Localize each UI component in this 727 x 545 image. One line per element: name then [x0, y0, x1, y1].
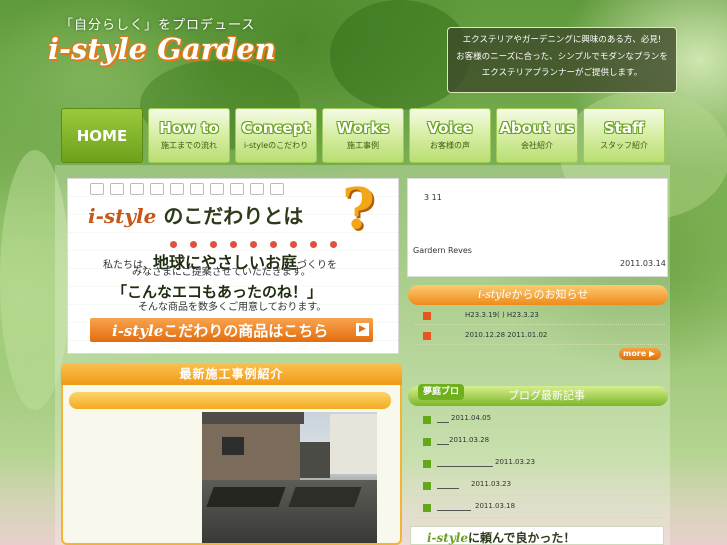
products-link-button[interactable]: i-styleこだわりの商品はこちら ▶ — [90, 318, 373, 342]
notice-heading: i-styleからのお知らせ — [408, 285, 668, 305]
news-date: 2011.03.14 — [620, 259, 666, 268]
concept-line-4: そんな商品を数多くご用意しております。 — [138, 302, 327, 313]
nav-label: Works — [336, 119, 390, 137]
bullet-icon — [423, 332, 431, 340]
list-item[interactable]: 2011.03.23 — [415, 452, 665, 474]
nav-staff[interactable]: Staff スタッフ紹介 — [583, 108, 665, 163]
cta-label: こだわりの商品はこちら — [163, 322, 329, 340]
notice-line: お客様のニーズに合った、シンプルでモダンなプランを — [456, 51, 668, 62]
nav-label: About us — [499, 119, 575, 137]
blog-item-date: 2011.03.23 — [471, 480, 512, 488]
nav-how-to[interactable]: How to 施工までの流れ — [148, 108, 230, 163]
list-item[interactable]: 2011.03.23 — [415, 474, 665, 496]
bullet-icon — [423, 312, 431, 320]
news-text: 3 11 — [424, 193, 442, 202]
news-source[interactable]: Gardern Reves — [413, 246, 472, 255]
concept-title: i-style のこだわりとは — [88, 200, 303, 229]
bullet-icon — [423, 482, 431, 490]
more-button[interactable]: more ▶ — [619, 348, 661, 360]
nav-home[interactable]: HOME — [61, 108, 143, 163]
arrow-right-icon: ▶ — [356, 323, 369, 336]
notice-heading-brand: i-style — [478, 288, 512, 301]
nav-label: Staff — [603, 119, 645, 137]
nav-concept[interactable]: Concept i-styleのこだわり — [235, 108, 317, 163]
bullet-icon — [423, 416, 431, 424]
notice-item-text: 2010.12.28 2011.01.02 — [465, 331, 548, 339]
blog-item-date: 2011.03.28 — [449, 436, 490, 444]
notice-heading-text: からのお知らせ — [511, 288, 589, 301]
notice-item-text: H23.3.19( ) H23.3.23 — [465, 311, 539, 319]
notice-line: エクステリアやガーデニングに興味のある方、必見! — [462, 35, 662, 45]
nav-sublabel: 施工事例 — [347, 141, 379, 150]
nav-label: How to — [159, 119, 219, 137]
list-item[interactable]: 2010.12.28 2011.01.02 — [415, 328, 665, 345]
list-item[interactable]: 2011.04.05 — [415, 408, 665, 430]
blog-tag-badge: 夢庭ブロ — [418, 384, 464, 400]
cta-brand: i-style — [112, 322, 164, 340]
card-binder-tabs — [90, 180, 290, 199]
list-item[interactable]: 2011.03.28 — [415, 430, 665, 452]
list-item[interactable]: H23.3.19( ) H23.3.23 — [415, 308, 665, 325]
works-title-bar — [69, 392, 391, 409]
nav-label: Voice — [427, 119, 473, 137]
blog-item-date: 2011.04.05 — [451, 414, 492, 422]
site-logo[interactable]: i-style Garden — [48, 32, 276, 66]
blog-item-date: 2011.03.18 — [475, 502, 516, 510]
nav-label: Concept — [241, 119, 311, 137]
nav-voice[interactable]: Voice お客様の声 — [409, 108, 491, 163]
concept-title-text: のこだわりとは — [163, 204, 304, 228]
blog-item-date: 2011.03.23 — [495, 458, 536, 466]
nav-about-us[interactable]: About us 会社紹介 — [496, 108, 578, 163]
concept-line-2: みなさまにご提案させていただきます。 — [132, 267, 311, 278]
concept-title-brand: i-style — [88, 204, 157, 228]
works-photo[interactable] — [202, 412, 377, 543]
banner-text: に頼んで良かった！ — [468, 531, 576, 545]
nav-sublabel: i-styleのこだわり — [243, 141, 309, 150]
nav-works[interactable]: Works 施工事例 — [322, 108, 404, 163]
testimonial-banner[interactable]: i-styleに頼んで良かった！ — [410, 526, 664, 545]
bullet-icon — [423, 438, 431, 446]
nav-sublabel: 施工までの流れ — [161, 141, 217, 150]
banner-brand: i-style — [427, 531, 469, 545]
nav-sublabel: スタッフ紹介 — [600, 141, 648, 150]
notice-line: エクステリアプランナーがご提供します。 — [481, 68, 643, 78]
nav-label: HOME — [76, 127, 128, 145]
header-notice: エクステリアやガーデニングに興味のある方、必見! お客様のニーズに合った、シンプ… — [447, 27, 677, 93]
list-item[interactable]: 2011.03.18 — [415, 496, 665, 518]
nav-sublabel: お客様の声 — [430, 141, 470, 150]
bullet-icon — [423, 504, 431, 512]
bullet-icon — [423, 460, 431, 468]
nav-sublabel: 会社紹介 — [521, 141, 553, 150]
site-tagline: 「自分らしく」をプロデュース — [60, 18, 256, 33]
works-heading: 最新施工事例紹介 — [61, 363, 402, 385]
